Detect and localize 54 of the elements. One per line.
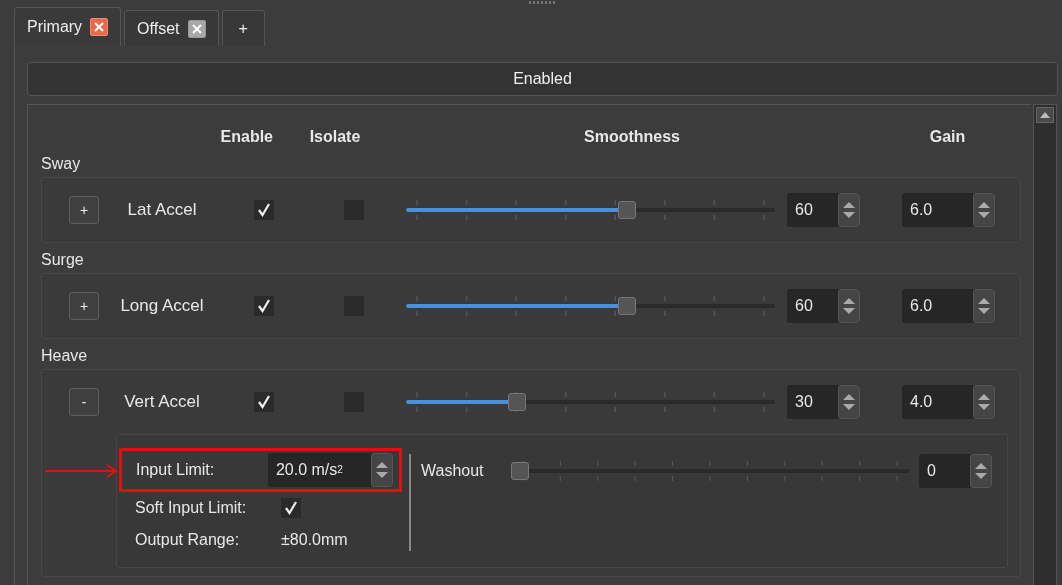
column-header: Enable	[220, 128, 273, 146]
field-label: Soft Input Limit:	[135, 499, 248, 517]
column-header: Gain	[929, 128, 966, 146]
spin-box[interactable]: 30	[787, 385, 860, 419]
close-icon[interactable]	[90, 18, 109, 36]
check-icon	[257, 299, 271, 313]
checkbox[interactable]	[254, 200, 274, 220]
slider[interactable]	[406, 294, 775, 318]
expand-button[interactable]: +	[69, 292, 99, 320]
spin-box[interactable]: 4.0	[902, 385, 995, 419]
field-label: Output Range:	[135, 531, 241, 549]
add-tab-button[interactable]: +	[221, 10, 265, 46]
slider[interactable]	[406, 198, 775, 222]
spin-box[interactable]: 6.0	[902, 289, 995, 323]
drag-handle[interactable]	[529, 1, 557, 4]
field-label: Input Limit:	[136, 461, 216, 479]
spin-box[interactable]: 6.0	[902, 193, 995, 227]
expand-button[interactable]: -	[69, 388, 99, 416]
tab-label: Offset	[137, 19, 180, 38]
check-icon	[257, 203, 271, 217]
slider-thumb[interactable]	[618, 201, 637, 219]
check-icon	[284, 501, 298, 515]
close-icon[interactable]	[187, 19, 206, 38]
column-header: Smoothness	[584, 128, 680, 146]
group-title: Sway	[41, 154, 82, 174]
spin-box[interactable]: 60	[787, 289, 860, 323]
tab[interactable]: Primary	[14, 7, 122, 46]
channel-label: Lat Accel	[127, 200, 197, 220]
expand-button[interactable]: +	[69, 196, 99, 224]
slider[interactable]	[406, 390, 775, 414]
checkbox[interactable]	[281, 498, 301, 518]
enabled-button[interactable]: Enabled	[27, 62, 1058, 96]
field-label: Washout	[421, 461, 485, 481]
channel-label: Long Accel	[120, 296, 204, 316]
arrow-icon	[45, 464, 119, 478]
slider-thumb[interactable]	[618, 297, 637, 315]
group-title: Surge	[41, 250, 85, 270]
up-arrow-icon	[1040, 112, 1050, 118]
slider-thumb[interactable]	[507, 393, 526, 411]
channel-label: Vert Accel	[124, 392, 200, 412]
tab[interactable]: Offset	[124, 10, 219, 46]
check-icon	[257, 395, 271, 409]
spin-box[interactable]: 0	[919, 454, 992, 488]
tab-label: Primary	[27, 18, 83, 36]
column-header: Isolate	[309, 128, 362, 146]
spin-box[interactable]: 60	[787, 193, 860, 227]
group-title: Heave	[41, 346, 89, 366]
checkbox[interactable]	[254, 296, 274, 316]
range-value: ±80.0mm	[281, 531, 348, 549]
scroll-up-button[interactable]	[1036, 107, 1054, 123]
slider[interactable]	[511, 459, 909, 483]
checkbox[interactable]	[254, 392, 274, 412]
slider-thumb[interactable]	[511, 462, 529, 480]
scrollbar[interactable]	[1033, 104, 1057, 585]
